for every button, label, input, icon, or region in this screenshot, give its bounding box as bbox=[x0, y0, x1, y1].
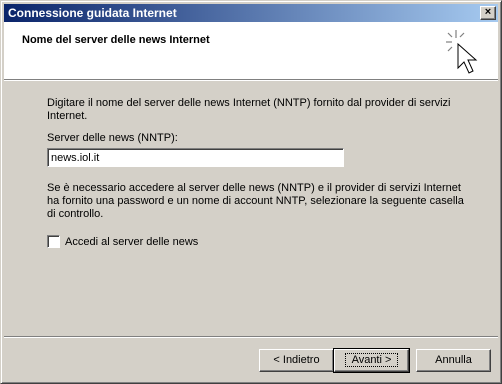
page-title: Nome del server delle news Internet bbox=[22, 34, 210, 46]
login-checkbox[interactable] bbox=[47, 235, 60, 248]
wizard-cursor-icon bbox=[446, 30, 478, 74]
cancel-button[interactable]: Annulla bbox=[416, 349, 491, 372]
intro-text: Digitare il nome del server delle news I… bbox=[47, 97, 451, 122]
server-label: Server delle news (NNTP): bbox=[47, 132, 178, 144]
title-bar[interactable]: Connessione guidata Internet × bbox=[4, 4, 498, 22]
login-checkbox-row[interactable]: Accedi al server delle news bbox=[47, 235, 198, 248]
window-title: Connessione guidata Internet bbox=[8, 6, 177, 20]
back-button-label: < Indietro bbox=[273, 354, 320, 366]
news-server-input[interactable] bbox=[47, 148, 344, 167]
footer-separator bbox=[4, 336, 498, 338]
header-separator bbox=[4, 79, 498, 81]
auth-note-text: Se è necessario accedere al server delle… bbox=[47, 182, 464, 220]
cancel-button-label: Annulla bbox=[435, 354, 472, 366]
next-button[interactable]: Avanti > bbox=[333, 348, 410, 373]
back-button[interactable]: < Indietro bbox=[259, 349, 334, 372]
wizard-header: Nome del server delle news Internet bbox=[4, 22, 498, 79]
next-button-label: Avanti > bbox=[344, 353, 399, 367]
close-icon: × bbox=[484, 6, 492, 18]
wizard-window: Connessione guidata Internet × Nome del … bbox=[0, 0, 502, 384]
close-button[interactable]: × bbox=[480, 6, 496, 20]
login-checkbox-label: Accedi al server delle news bbox=[65, 235, 199, 248]
